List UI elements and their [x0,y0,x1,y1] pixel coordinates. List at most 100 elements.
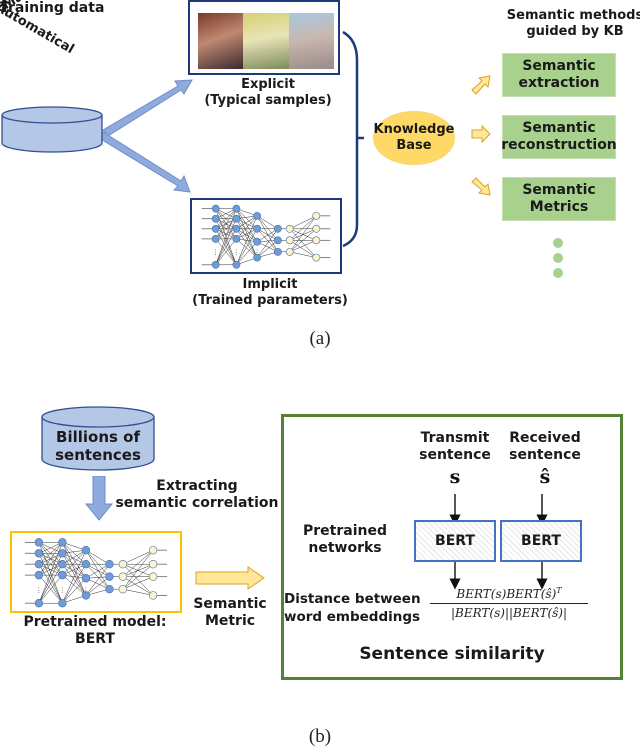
network-node [253,237,262,246]
ellipsis-dot [553,253,563,263]
method-box-metrics: Semantic Metrics [502,177,616,221]
network-node [148,591,158,600]
network-node [118,560,128,569]
network-node [105,560,114,569]
network-node [211,234,220,243]
network-edges [24,541,168,604]
network-node [118,572,128,581]
method-metrics-line1: Semantic [522,182,596,199]
method-metrics-line2: Metrics [529,199,589,215]
network-node [58,538,67,547]
extract-down-arrow [84,476,114,521]
network-node [34,570,44,580]
manual-arrow [102,79,193,137]
network-node [34,538,44,547]
network-edge [122,588,154,596]
method-reconstruction-line2: reconstruction [501,137,617,153]
network-node [285,247,294,256]
received-line2: sentence [509,446,581,463]
network-edge [289,215,317,241]
neural-network-icon: ⋮ ⋮ ⋮ [201,204,331,269]
neural-network-icon: ⋮ ⋮ ⋮ [24,538,168,608]
caption-b: (b) [308,726,332,747]
network-node [118,584,128,594]
method-box-reconstruction: Semantic reconstruction [501,115,617,159]
grouping-bracket [342,30,364,248]
network-edges [201,208,331,266]
method-extraction-line2: extraction [518,75,600,91]
implicit-network-box: ⋮ ⋮ ⋮ [190,198,342,274]
network-edge [122,564,154,596]
arrow-to-reconstruction [471,124,491,144]
network-edge [289,215,317,230]
network-node [232,260,241,269]
network-node [232,234,241,243]
network-node [148,560,158,569]
metric-line1: Semantic [193,596,267,612]
methods-header-line1: Semantic methods [506,8,640,23]
network-node [105,572,114,581]
model-label: Pretrained model: BERT [0,614,190,648]
network-edge [122,549,154,577]
network-node [211,204,220,213]
face-sample-3 [289,13,334,69]
extract-label: Extracting semantic correlation [112,478,282,512]
network-node [312,224,321,233]
network-ellipsis: ⋮ [233,249,240,257]
network-node [58,560,67,569]
network-node [58,549,67,558]
model-line2: BERT [75,630,115,647]
network-node [211,214,220,223]
network-node [232,204,241,213]
network-node [273,224,282,233]
metric-label: Semantic Metric [180,596,280,630]
network-edge [289,215,317,252]
network-node [232,224,241,233]
metric-line2: Metric [204,612,256,629]
arrow-to-extraction [471,75,491,95]
network-node [211,260,220,269]
implicit-title: Implicit [242,277,298,292]
implicit-subtitle: (Trained parameters) [192,292,348,308]
face-samples [198,13,334,69]
network-node [273,247,282,256]
caption-a: (a) [309,328,331,349]
network-node [253,224,262,233]
corpus-label: Billions of sentences [40,428,156,464]
explicit-label: Explicit (Typical samples) [188,77,348,108]
network-edge [122,549,154,565]
corpus-line1: Billions of [56,428,140,446]
corpus-line2: sentences [55,446,141,464]
network-node [148,572,158,581]
network-node [232,214,241,223]
explicit-samples-box [188,0,340,75]
formula-numerator: BERT(s)BERT(ŝ)T [430,586,588,603]
network-node [34,560,44,569]
methods-header-line2: guided by KB [526,23,624,39]
network-node [312,253,321,262]
network-node [273,236,282,245]
network-ellipsis: ⋮ [82,586,89,594]
methods-header: Semantic methods guided by KB [500,8,640,39]
network-edge [122,550,154,590]
network-node [34,598,44,608]
network-node [34,549,44,558]
method-extraction-line1: Semantic [522,58,596,75]
extract-line2: semantic correlation [115,494,279,511]
network-node [253,211,262,220]
model-line1: Pretrained model: [23,614,167,630]
face-sample-1 [198,13,243,69]
distance-line1: Distance between [284,591,421,607]
more-methods-ellipsis [553,238,563,278]
knowledge-base-line1: Knowledge [373,122,455,138]
metric-right-arrow [195,566,265,590]
knowledge-base-node: Knowledge Base [373,111,455,165]
automatic-arrow [98,131,191,193]
explicit-subtitle: (Typical samples) [204,92,332,108]
network-ellipsis: ⋮ [254,249,261,257]
pretrained-networks-label: Pretrained networks [285,523,405,557]
network-edge [85,550,110,590]
received-symbol: ŝ [539,466,551,488]
pretrained-model-box: ⋮ ⋮ ⋮ [10,531,182,613]
network-edge [256,215,279,252]
